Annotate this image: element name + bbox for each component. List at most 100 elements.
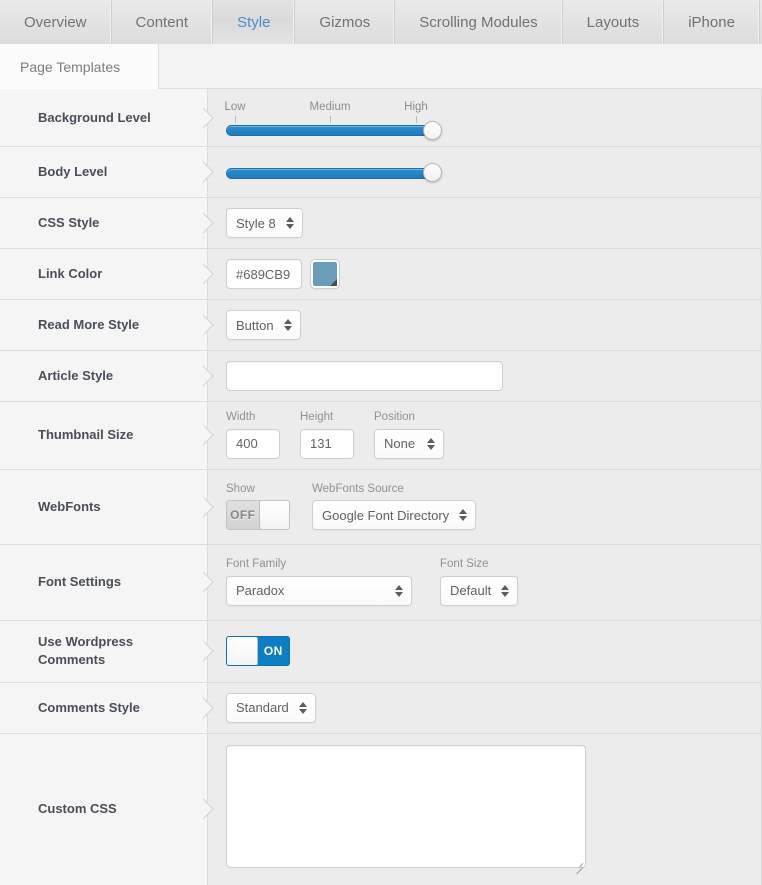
label-text: Read More Style [38, 317, 140, 333]
article-style-input[interactable] [226, 361, 503, 391]
select-updown-arrows-icon [298, 701, 307, 715]
row-custom-css: Custom CSS [0, 733, 761, 885]
wordpress-comments-toggle[interactable]: ON [226, 636, 290, 666]
row-background-level: Background Level Low Medium High [0, 89, 761, 147]
read-more-style-select[interactable]: Button [226, 310, 301, 340]
row-label-custom-css: Custom CSS [0, 733, 208, 885]
row-pointer-icon [203, 161, 218, 183]
thumbnail-width-group: Width [226, 411, 280, 459]
row-field-use-wordpress-comments: ON [208, 620, 761, 682]
tab-label: Gizmos [319, 13, 371, 31]
row-pointer-icon [203, 496, 218, 518]
toggle-state-label: OFF [230, 508, 256, 522]
webfonts-show-toggle[interactable]: OFF [226, 500, 290, 530]
toggle-knob [227, 637, 258, 665]
slider-track[interactable] [226, 163, 442, 182]
link-color-input[interactable] [226, 259, 302, 289]
toggle-knob [258, 501, 289, 529]
custom-css-textarea-wrapper [226, 745, 586, 873]
label-text: Background Level [38, 109, 151, 125]
label-text: CSS Style [38, 215, 100, 231]
label-text: Custom CSS [38, 801, 117, 817]
row-label-background-level: Background Level [0, 89, 208, 146]
select-value: Default [450, 583, 492, 598]
row-label-webfonts: WebFonts [0, 469, 208, 544]
slider-handle[interactable] [423, 120, 442, 140]
tab-overview[interactable]: Overview [0, 0, 112, 44]
tab-layouts[interactable]: Layouts [562, 0, 665, 44]
css-style-select[interactable]: Style 8 [226, 208, 303, 238]
tab-content[interactable]: Content [111, 0, 214, 44]
subtab-page-templates[interactable]: Page Templates [0, 44, 160, 89]
label-text: Use Wordpress Comments [38, 634, 134, 667]
slider-track[interactable] [226, 120, 442, 140]
font-size-select[interactable]: Default [440, 575, 519, 606]
custom-css-textarea[interactable] [226, 745, 586, 868]
tab-style[interactable]: Style [213, 0, 296, 52]
font-family-select[interactable]: Paradox [226, 575, 412, 606]
link-color-swatch[interactable] [311, 260, 339, 288]
thumbnail-position-label: Position [374, 411, 415, 423]
webfonts-source-select[interactable]: Google Font Directory [312, 500, 477, 530]
select-value: Google Font Directory [322, 507, 450, 523]
toggle-state-label: ON [263, 644, 283, 658]
select-updown-arrows-icon [283, 318, 292, 332]
thumbnail-width-input[interactable] [226, 428, 280, 459]
tab-label: iPhone [688, 13, 735, 31]
row-pointer-icon [203, 314, 218, 336]
row-field-read-more-style: Button [208, 300, 761, 350]
label-text: Article Style [38, 368, 114, 384]
label-text: Thumbnail Size [38, 427, 134, 443]
tab-label: Scrolling Modules [419, 13, 538, 31]
select-value: Style 8 [236, 215, 276, 231]
row-label-font-settings: Font Settings [0, 545, 208, 620]
tab-label: Layouts [586, 13, 640, 31]
row-css-style: CSS Style Style 8 [0, 198, 761, 249]
slider-handle[interactable] [423, 163, 442, 182]
select-updown-arrows-icon [427, 437, 435, 451]
row-pointer-icon [203, 107, 218, 129]
sub-tab-bar: Page Templates [0, 44, 762, 89]
thumbnail-width-label: Width [226, 411, 256, 423]
row-field-webfonts: Show OFF WebFonts Source Google Font Dir… [208, 469, 761, 544]
row-pointer-icon [203, 798, 218, 820]
slider-tick-medium: Medium [309, 101, 351, 113]
row-use-wordpress-comments: Use Wordpress Comments ON [0, 620, 761, 683]
font-family-label: Font Family [226, 558, 287, 570]
row-field-custom-css [208, 733, 761, 885]
font-family-group: Font Family Paradox [226, 558, 412, 606]
select-updown-arrows-icon [395, 584, 403, 598]
tab-iphone[interactable]: iPhone [664, 0, 760, 44]
row-field-link-color [208, 249, 761, 299]
row-label-article-style: Article Style [0, 351, 208, 401]
body-level-slider[interactable] [226, 163, 442, 182]
background-level-slider[interactable]: Low Medium High [224, 99, 442, 140]
row-pointer-icon [203, 365, 218, 387]
row-pointer-icon [203, 424, 218, 446]
thumbnail-height-input[interactable] [300, 428, 354, 459]
row-label-thumbnail-size: Thumbnail Size [0, 402, 208, 469]
label-text: Body Level [38, 164, 108, 180]
row-label-use-wordpress-comments: Use Wordpress Comments [0, 620, 208, 682]
comments-style-select[interactable]: Standard [226, 692, 316, 723]
tab-gizmos[interactable]: Gizmos [295, 0, 396, 44]
tab-scrolling-modules[interactable]: Scrolling Modules [395, 0, 563, 44]
row-field-thumbnail-size: Width Height Position None [208, 402, 761, 469]
row-font-settings: Font Settings Font Family Paradox Font S… [0, 545, 761, 621]
select-value: None [384, 436, 416, 451]
row-link-color: Link Color [0, 249, 761, 300]
thumbnail-height-label: Height [300, 411, 334, 423]
webfonts-show-label: Show [226, 482, 255, 495]
row-label-link-color: Link Color [0, 249, 208, 299]
settings-panel: Background Level Low Medium High Body Le… [0, 89, 762, 885]
label-text: Link Color [38, 266, 103, 282]
tab-label: Content [135, 13, 189, 31]
row-field-font-settings: Font Family Paradox Font Size Default [208, 545, 761, 620]
row-field-comments-style: Standard [208, 682, 761, 733]
row-pointer-icon [203, 212, 218, 234]
row-label-comments-style: Comments Style [0, 682, 208, 733]
webfonts-source-group: WebFonts Source Google Font Directory [312, 483, 477, 530]
label-text: Comments Style [38, 699, 140, 715]
thumbnail-position-select[interactable]: None [374, 428, 444, 459]
tab-label: Style [237, 13, 271, 31]
